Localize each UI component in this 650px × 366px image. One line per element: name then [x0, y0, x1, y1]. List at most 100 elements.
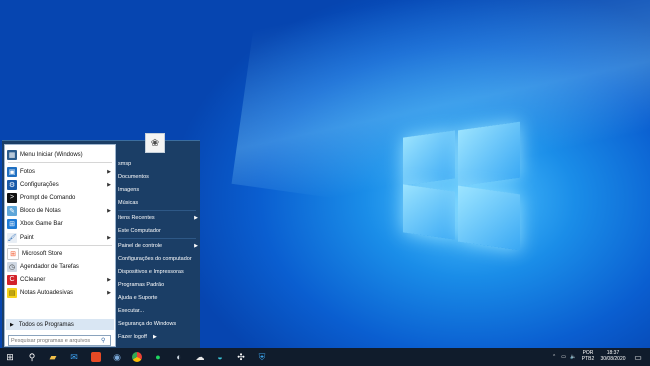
pinned-item-label: Microsoft Store: [22, 250, 63, 257]
right-item-label: Executar...: [118, 307, 144, 314]
right-item-imagens[interactable]: Imagens: [118, 184, 198, 195]
start-icon[interactable]: ⊞: [2, 349, 18, 365]
chevron-right-icon: ▶: [194, 214, 198, 221]
right-item-ajuda[interactable]: Ajuda e Suporte: [118, 292, 198, 303]
start-menu-right-pane: smsp Documentos Imagens Músicas Itens Re…: [114, 141, 200, 349]
chevron-right-icon: ▶: [107, 207, 111, 214]
right-item-itens-recentes[interactable]: Itens Recentes ▶: [118, 212, 198, 223]
right-item-seguranca[interactable]: Segurança do Windows: [118, 318, 198, 329]
right-item-label: Itens Recentes: [118, 214, 155, 221]
media-icon[interactable]: ◐: [171, 349, 187, 365]
windows-security-icon[interactable]: ⛨: [254, 349, 270, 365]
pinned-item-label: Configurações: [20, 181, 59, 188]
spotify-icon[interactable]: ●: [150, 349, 166, 365]
windows-logo-wallpaper: [403, 121, 523, 251]
pinned-item-menu-iniciar[interactable]: ▦ Menu Iniciar (Windows): [7, 148, 111, 161]
right-item-label: smsp: [118, 160, 132, 167]
right-item-dispositivos[interactable]: Dispositivos e Impressoras: [118, 266, 198, 277]
pinned-item-label: Agendador de Tarefas: [20, 263, 79, 270]
taskbar: ⊞ ⚲ ▰ ✉ ◉ ● ◐ ☁ ◒ ✣ ⛨ ⌃ ▭ 🔈 POR PTB2 18:…: [0, 348, 650, 366]
right-item-documentos[interactable]: Documentos: [118, 171, 198, 182]
chevron-right-icon: ▶: [107, 276, 111, 283]
photos-icon: ▣: [7, 166, 17, 177]
keyboard-layout: PTB2: [581, 356, 595, 362]
right-item-label: Programas Padrão: [118, 281, 165, 288]
pinned-item-bloco-notas[interactable]: ✎ Bloco de Notas ▶: [7, 204, 111, 217]
right-item-executar[interactable]: Executar...: [118, 305, 198, 316]
notifications-icon[interactable]: ▭: [630, 349, 646, 365]
pinned-item-label: Menu Iniciar (Windows): [20, 151, 83, 158]
right-item-este-computador[interactable]: Este Computador: [118, 225, 198, 236]
pinned-item-configuracoes[interactable]: ⚙ Configurações ▶: [7, 178, 111, 191]
store-icon: ⊞: [7, 247, 19, 260]
chrome-icon[interactable]: [129, 349, 145, 365]
pinned-item-paint[interactable]: 🖌 Paint ▶: [7, 231, 111, 244]
search-icon[interactable]: ⚲: [24, 349, 40, 365]
xbox-icon: ⊞: [7, 218, 17, 229]
pinned-item-label: Prompt de Comando: [20, 194, 76, 201]
pinned-item-notas[interactable]: ▤ Notas Autoadesivas ▶: [7, 286, 111, 299]
edge-icon[interactable]: ◒: [212, 349, 228, 365]
pinned-item-store[interactable]: ⊞ Microsoft Store: [7, 247, 111, 260]
right-item-label: Dispositivos e Impressoras: [118, 268, 184, 275]
right-item-configuracoes-computador[interactable]: Configurações do computador: [118, 253, 198, 264]
chevron-right-icon: ▶: [107, 234, 111, 241]
command-prompt-icon: >: [7, 192, 17, 203]
right-item-label: Segurança do Windows: [118, 320, 177, 327]
flower-icon: ❀: [150, 137, 160, 149]
right-item-painel-controle[interactable]: Painel de controle ▶: [118, 240, 198, 251]
sticky-notes-icon: ▤: [7, 287, 17, 298]
chevron-right-icon: ▶: [194, 242, 198, 249]
pinned-item-ccleaner[interactable]: C CCleaner ▶: [7, 273, 111, 286]
pinned-item-label: CCleaner: [20, 276, 46, 283]
logoff-button[interactable]: Fazer logoff ▶: [118, 334, 157, 340]
right-item-label: Músicas: [118, 199, 139, 206]
pinned-item-label: Fotos: [20, 168, 36, 175]
right-item-musicas[interactable]: Músicas: [118, 197, 198, 208]
cloud-icon[interactable]: ☁: [192, 349, 208, 365]
network-status-icon[interactable]: ▭: [561, 354, 566, 360]
mail-icon[interactable]: ✉: [66, 349, 82, 365]
system-tray: ⌃ ▭ 🔈: [552, 348, 576, 366]
user-avatar[interactable]: ❀: [145, 133, 165, 153]
start-search-box[interactable]: ⚲: [8, 335, 111, 346]
right-item-programas-padrao[interactable]: Programas Padrão: [118, 279, 198, 290]
right-item-label: Documentos: [118, 173, 149, 180]
start-menu-left-pane: ▦ Menu Iniciar (Windows) ▣ Fotos ▶ ⚙ Con…: [4, 144, 116, 347]
settings-icon: ⚙: [7, 179, 17, 190]
chevron-right-icon: ▶: [107, 289, 111, 296]
chevron-right-icon: ▶: [107, 168, 111, 175]
task-scheduler-icon: ◷: [7, 261, 17, 272]
right-item-label: Ajuda e Suporte: [118, 294, 158, 301]
chevron-right-icon: ▶: [107, 181, 111, 188]
start-menu: ▦ Menu Iniciar (Windows) ▣ Fotos ▶ ⚙ Con…: [2, 140, 200, 349]
volume-icon[interactable]: 🔈: [570, 354, 576, 360]
chevron-right-icon[interactable]: ▶: [153, 334, 157, 340]
right-item-user[interactable]: smsp: [118, 158, 198, 169]
pinned-item-label: Xbox Game Bar: [20, 220, 63, 227]
clock[interactable]: 18:37 30/08/2020: [596, 350, 630, 362]
pinned-item-agendador[interactable]: ◷ Agendador de Tarefas: [7, 260, 111, 273]
steam-icon[interactable]: ◉: [109, 349, 125, 365]
office-icon[interactable]: [88, 349, 104, 365]
right-item-label: Painel de controle: [118, 242, 163, 249]
windows-start-icon: ▦: [7, 149, 17, 160]
search-icon[interactable]: ⚲: [101, 337, 105, 344]
pinned-item-prompt[interactable]: > Prompt de Comando: [7, 191, 111, 204]
logoff-label: Fazer logoff: [118, 334, 147, 340]
search-input[interactable]: [9, 336, 101, 345]
pinned-item-label: Bloco de Notas: [20, 207, 61, 214]
chevron-up-icon[interactable]: ⌃: [552, 354, 556, 360]
all-programs-button[interactable]: ▶ Todos os Programas: [6, 319, 114, 330]
file-explorer-icon[interactable]: ▰: [45, 349, 61, 365]
language-indicator[interactable]: POR PTB2: [580, 350, 596, 362]
notepad-icon: ✎: [7, 205, 17, 216]
network-icon[interactable]: ✣: [233, 349, 249, 365]
ccleaner-icon: C: [7, 274, 17, 285]
clock-date: 30/08/2020: [600, 356, 626, 362]
right-item-label: Imagens: [118, 186, 140, 193]
pinned-item-label: Paint: [20, 234, 34, 241]
pinned-item-xbox[interactable]: ⊞ Xbox Game Bar: [7, 217, 111, 230]
pinned-item-fotos[interactable]: ▣ Fotos ▶: [7, 165, 111, 178]
right-item-label: Configurações do computador: [118, 255, 192, 262]
